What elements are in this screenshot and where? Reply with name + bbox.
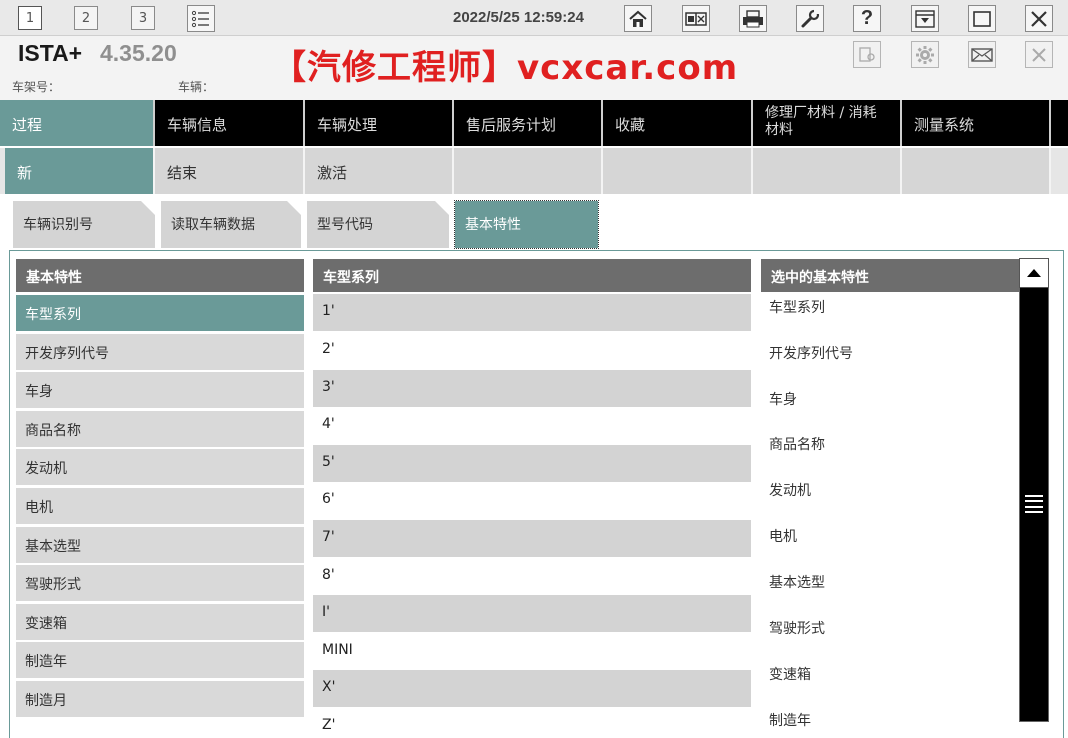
nav-workshop-materials[interactable]: 修理厂材料 / 消耗材料 <box>753 100 902 146</box>
window-tab-2[interactable]: 2 <box>74 6 98 30</box>
characteristic-item[interactable]: 变速箱 <box>16 604 304 640</box>
help-icon[interactable]: ? <box>853 5 881 32</box>
characteristic-item[interactable]: 车身 <box>16 372 304 408</box>
characteristic-item[interactable]: 制造月 <box>16 681 304 717</box>
window-tab-3[interactable]: 3 <box>131 6 155 30</box>
selected-characteristic: 车型系列 <box>769 300 825 316</box>
selected-header: 选中的基本特性 <box>761 259 1019 292</box>
selected-characteristic: 车身 <box>769 392 797 408</box>
series-item[interactable]: 3' <box>313 370 751 407</box>
characteristic-item[interactable]: 基本选型 <box>16 527 304 563</box>
home-icon[interactable] <box>624 5 652 32</box>
close-session-icon[interactable] <box>1025 41 1053 68</box>
tab-basic-characteristics[interactable]: 基本特性 <box>454 200 599 249</box>
series-item[interactable]: 5' <box>313 445 751 482</box>
selected-characteristic: 制造年 <box>769 713 811 729</box>
characteristic-item[interactable]: 发动机 <box>16 449 304 485</box>
gear-icon[interactable] <box>911 41 939 68</box>
app-header: ISTA+ 4.35.20 【汽修工程师】vcxcar.com 车架号： 车辆： <box>0 36 1068 100</box>
series-item[interactable]: X' <box>313 670 751 707</box>
characteristic-item[interactable]: 电机 <box>16 488 304 524</box>
selected-characteristic: 商品名称 <box>769 437 825 453</box>
subnav-empty-4 <box>902 148 1051 194</box>
subnav-empty-3 <box>753 148 902 194</box>
selected-characteristic: 发动机 <box>769 483 811 499</box>
list-icon[interactable] <box>187 5 215 32</box>
characteristic-item[interactable]: 开发序列代号 <box>16 334 304 370</box>
wrench-icon[interactable] <box>796 5 824 32</box>
nav-favorites[interactable]: 收藏 <box>603 100 753 146</box>
nav-measurement-system[interactable]: 测量系统 <box>902 100 1051 146</box>
window-tab-1[interactable]: 1 <box>18 6 42 30</box>
series-header: 车型系列 <box>313 259 751 292</box>
app-name: ISTA+ <box>18 40 83 66</box>
subnav-empty-1 <box>454 148 603 194</box>
selected-characteristic: 驾驶形式 <box>769 621 825 637</box>
series-item[interactable]: Z' <box>313 708 751 738</box>
vin-label: 车架号： <box>12 80 61 94</box>
subnav-empty-2 <box>603 148 753 194</box>
datetime-display: 2022/5/25 12:59:24 <box>453 9 584 26</box>
print-icon[interactable] <box>739 5 767 32</box>
selected-characteristic: 变速箱 <box>769 667 811 683</box>
nav-vehicle-info[interactable]: 车辆信息 <box>155 100 305 146</box>
selected-characteristic: 基本选型 <box>769 575 825 591</box>
subnav-new[interactable]: 新 <box>5 148 155 194</box>
series-item[interactable]: 6' <box>313 482 751 519</box>
series-item[interactable]: 7' <box>313 520 751 557</box>
selected-characteristic: 电机 <box>769 529 797 545</box>
minimize-window-icon[interactable] <box>911 5 939 32</box>
sub-nav: 新 结束 激活 <box>0 148 1068 194</box>
document-search-icon[interactable] <box>853 41 881 68</box>
tab-read-vehicle-data[interactable]: 读取车辆数据 <box>161 201 301 248</box>
series-item[interactable]: 4' <box>313 407 751 444</box>
vehicle-label: 车辆： <box>178 80 215 94</box>
series-item[interactable]: MINI <box>313 633 751 670</box>
characteristic-item[interactable]: 车型系列 <box>16 295 304 331</box>
characteristics-header: 基本特性 <box>16 259 304 292</box>
characteristic-item[interactable]: 商品名称 <box>16 411 304 447</box>
nav-process[interactable]: 过程 <box>0 100 155 146</box>
tab-vin[interactable]: 车辆识别号 <box>13 201 155 248</box>
scrollbar[interactable] <box>1019 258 1049 722</box>
scroll-grip-icon[interactable] <box>1025 495 1043 513</box>
selected-characteristic: 开发序列代号 <box>769 346 853 362</box>
app-version: 4.35.20 <box>100 40 177 66</box>
split-view-icon[interactable] <box>682 5 710 32</box>
subnav-end[interactable]: 结束 <box>155 148 305 194</box>
top-toolbar: 1 2 3 2022/5/25 12:59:24 ? <box>0 0 1068 36</box>
main-nav: 过程 车辆信息 车辆处理 售后服务计划 收藏 修理厂材料 / 消耗材料 测量系统 <box>0 100 1068 146</box>
characteristic-item[interactable]: 驾驶形式 <box>16 565 304 601</box>
series-item[interactable]: 1' <box>313 294 751 331</box>
nav-service-plan[interactable]: 售后服务计划 <box>454 100 603 146</box>
maximize-window-icon[interactable] <box>968 5 996 32</box>
scroll-up-arrow-icon[interactable] <box>1019 258 1049 288</box>
series-item[interactable]: I' <box>313 595 751 632</box>
subnav-activate[interactable]: 激活 <box>305 148 454 194</box>
mail-icon[interactable] <box>968 41 996 68</box>
tab-type-code[interactable]: 型号代码 <box>307 201 449 248</box>
close-icon[interactable] <box>1025 5 1053 32</box>
characteristic-item[interactable]: 制造年 <box>16 642 304 678</box>
watermark-text: 【汽修工程师】vcxcar.com <box>272 48 739 88</box>
nav-vehicle-handling[interactable]: 车辆处理 <box>305 100 454 146</box>
series-item[interactable]: 8' <box>313 558 751 595</box>
series-item[interactable]: 2' <box>313 332 751 369</box>
